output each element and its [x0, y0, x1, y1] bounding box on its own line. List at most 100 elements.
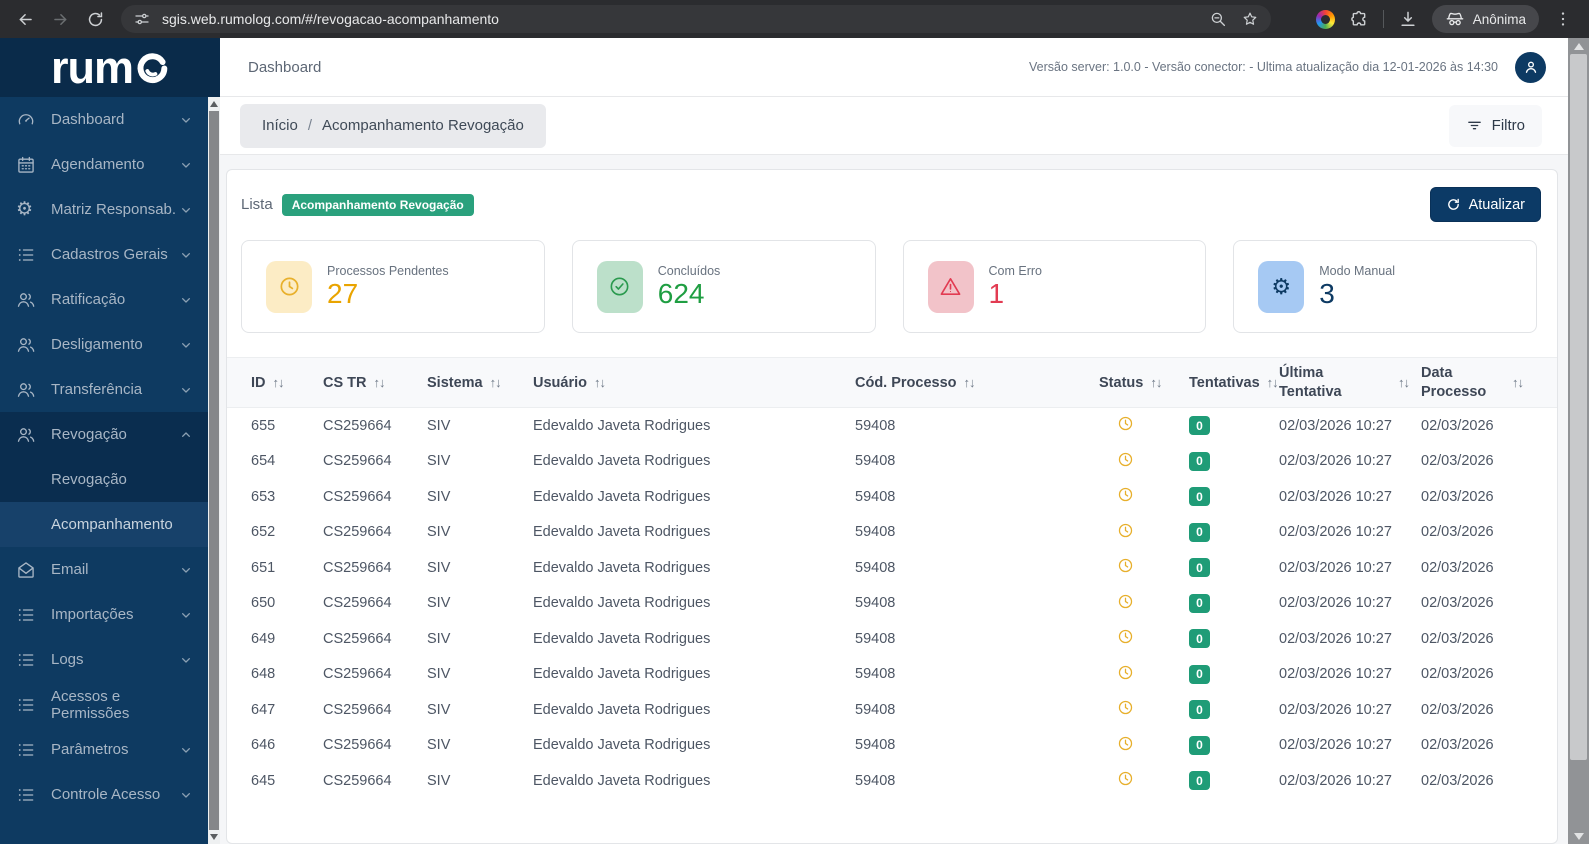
sidebar-scroll-down-arrow[interactable]	[208, 830, 220, 844]
sidebar-scroll-up-arrow[interactable]	[208, 97, 220, 111]
cell-usuario: Edevaldo Javeta Rodrigues	[533, 560, 855, 576]
status-pending-clock-icon	[1117, 628, 1134, 645]
cell-ultima: 02/03/2026 10:27	[1279, 773, 1421, 789]
cell-sistema: SIV	[427, 773, 533, 789]
cell-cod: 59408	[855, 773, 1085, 789]
list-card-header: Lista Acompanhamento Revogação Atualizar	[227, 170, 1557, 230]
sidebar-item-agendamento[interactable]: Agendamento	[0, 142, 208, 187]
user-avatar-button[interactable]	[1515, 52, 1546, 83]
zoom-out-icon[interactable]	[1209, 10, 1227, 28]
list-icon	[16, 605, 36, 625]
cell-tentativas: 0	[1175, 629, 1279, 648]
table-row: 655CS259664SIVEdevaldo Javeta Rodrigues5…	[227, 408, 1557, 444]
cell-tentativas: 0	[1175, 665, 1279, 684]
sidebar-group-revogacao: Revogação Revogação Acompanhamento	[0, 412, 208, 547]
column-header-ultima[interactable]: Última Tentativa↑↓	[1279, 364, 1421, 402]
sidebar-item-label: Importações	[51, 606, 134, 623]
sidebar-item-email[interactable]: Email	[0, 547, 208, 592]
users-icon	[16, 425, 36, 445]
cell-sistema: SIV	[427, 453, 533, 469]
list-title: Lista	[241, 196, 273, 213]
cell-cod: 59408	[855, 631, 1085, 647]
sidebar-item-acessos-e-permissoes[interactable]: Acessos e Permissões	[0, 682, 208, 727]
list-icon	[16, 695, 36, 715]
cell-status	[1085, 415, 1175, 436]
column-header-data[interactable]: Data Processo↑↓	[1421, 364, 1535, 402]
sidebar-item-controle-acesso[interactable]: Controle Acesso	[0, 772, 208, 817]
sidebar-item-cadastros-gerais[interactable]: Cadastros Gerais	[0, 232, 208, 277]
cell-sistema: SIV	[427, 595, 533, 611]
stat-label: Concluídos	[658, 264, 721, 278]
stat-label: Modo Manual	[1319, 264, 1395, 278]
sidebar-subitem-label: Revogação	[51, 471, 127, 488]
sidebar-item-parametros[interactable]: Parâmetros	[0, 727, 208, 772]
downloads-icon[interactable]	[1398, 9, 1418, 29]
cell-id: 652	[251, 524, 323, 540]
cell-id: 646	[251, 737, 323, 753]
page-scrollbar-thumb[interactable]	[1570, 54, 1587, 760]
bookmark-star-icon[interactable]	[1241, 10, 1259, 28]
site-settings-icon[interactable]	[133, 10, 151, 28]
sidebar-item-importacoes[interactable]: Importações	[0, 592, 208, 637]
cell-usuario: Edevaldo Javeta Rodrigues	[533, 737, 855, 753]
sidebar-item-label: Agendamento	[51, 156, 144, 173]
cell-sistema: SIV	[427, 418, 533, 434]
browser-menu-dots-icon[interactable]	[1553, 9, 1573, 29]
sort-arrows-icon: ↑↓	[490, 375, 501, 390]
browser-reload-icon[interactable]	[80, 4, 110, 34]
column-header-tentativas[interactable]: Tentativas↑↓	[1175, 375, 1279, 391]
cell-usuario: Edevaldo Javeta Rodrigues	[533, 773, 855, 789]
extension-colorful-icon[interactable]	[1316, 10, 1335, 29]
page-scroll-up-arrow[interactable]	[1568, 38, 1589, 54]
extensions-puzzle-icon[interactable]	[1349, 9, 1369, 29]
browser-back-icon[interactable]	[10, 4, 40, 34]
sidebar-item-label: Logs	[51, 651, 84, 668]
sidebar-item-desligamento[interactable]: Desligamento	[0, 322, 208, 367]
warning-icon	[928, 261, 974, 313]
page-scroll-down-arrow[interactable]	[1568, 828, 1589, 844]
incognito-profile-button[interactable]: Anônima	[1432, 5, 1539, 33]
address-bar[interactable]: sgis.web.rumolog.com/#/revogacao-acompan…	[121, 5, 1271, 33]
refresh-button[interactable]: Atualizar	[1430, 187, 1541, 222]
process-table: ID↑↓CS TR↑↓Sistema↑↓Usuário↑↓Cód. Proces…	[227, 357, 1557, 799]
cell-sistema: SIV	[427, 489, 533, 505]
url-text[interactable]: sgis.web.rumolog.com/#/revogacao-acompan…	[162, 11, 1209, 27]
stat-value: 27	[327, 279, 449, 308]
sort-arrows-icon: ↑↓	[374, 375, 385, 390]
column-header-sistema[interactable]: Sistema↑↓	[427, 375, 533, 391]
column-header-cstr[interactable]: CS TR↑↓	[323, 375, 427, 391]
cell-cstr: CS259664	[323, 737, 427, 753]
sidebar-subitem-acompanhamento[interactable]: Acompanhamento	[0, 502, 208, 547]
sidebar-item-dashboard[interactable]: Dashboard	[0, 97, 208, 142]
sidebar-item-ratificacao[interactable]: Ratificação	[0, 277, 208, 322]
sidebar-item-matriz-responsab[interactable]: ⚙Matriz Responsab.	[0, 187, 208, 232]
sidebar-scrollbar[interactable]	[208, 97, 220, 844]
filter-button[interactable]: Filtro	[1449, 105, 1542, 147]
browser-forward-icon[interactable]	[45, 4, 75, 34]
gauge-icon	[16, 110, 36, 130]
column-header-cod[interactable]: Cód. Processo↑↓	[855, 375, 1085, 391]
cell-cstr: CS259664	[323, 560, 427, 576]
column-header-usuario[interactable]: Usuário↑↓	[533, 375, 855, 391]
sidebar-item-transferencia[interactable]: Transferência	[0, 367, 208, 412]
cell-sistema: SIV	[427, 631, 533, 647]
sidebar-item-revogacao[interactable]: Revogação	[0, 412, 208, 457]
chevron-down-icon	[178, 292, 194, 308]
page-scrollbar[interactable]	[1568, 38, 1589, 844]
sidebar-item-logs[interactable]: Logs	[0, 637, 208, 682]
sidebar-item-label: Cadastros Gerais	[51, 246, 168, 263]
cell-ultima: 02/03/2026 10:27	[1279, 666, 1421, 682]
cell-cstr: CS259664	[323, 702, 427, 718]
tentativas-badge: 0	[1189, 700, 1210, 719]
sidebar-subitem-revogacao[interactable]: Revogação	[0, 457, 208, 502]
stat-label: Processos Pendentes	[327, 264, 449, 278]
status-pending-clock-icon	[1117, 664, 1134, 681]
sidebar-nav: Dashboard Agendamento ⚙Matriz Responsab. Ca…	[0, 97, 208, 844]
breadcrumb-home-link[interactable]: Início	[262, 117, 298, 134]
column-header-status[interactable]: Status↑↓	[1085, 375, 1175, 391]
sidebar-scrollbar-thumb[interactable]	[209, 111, 219, 830]
chevron-down-icon	[178, 742, 194, 758]
tentativas-badge: 0	[1189, 523, 1210, 542]
column-header-id[interactable]: ID↑↓	[251, 375, 323, 391]
cell-cod: 59408	[855, 489, 1085, 505]
